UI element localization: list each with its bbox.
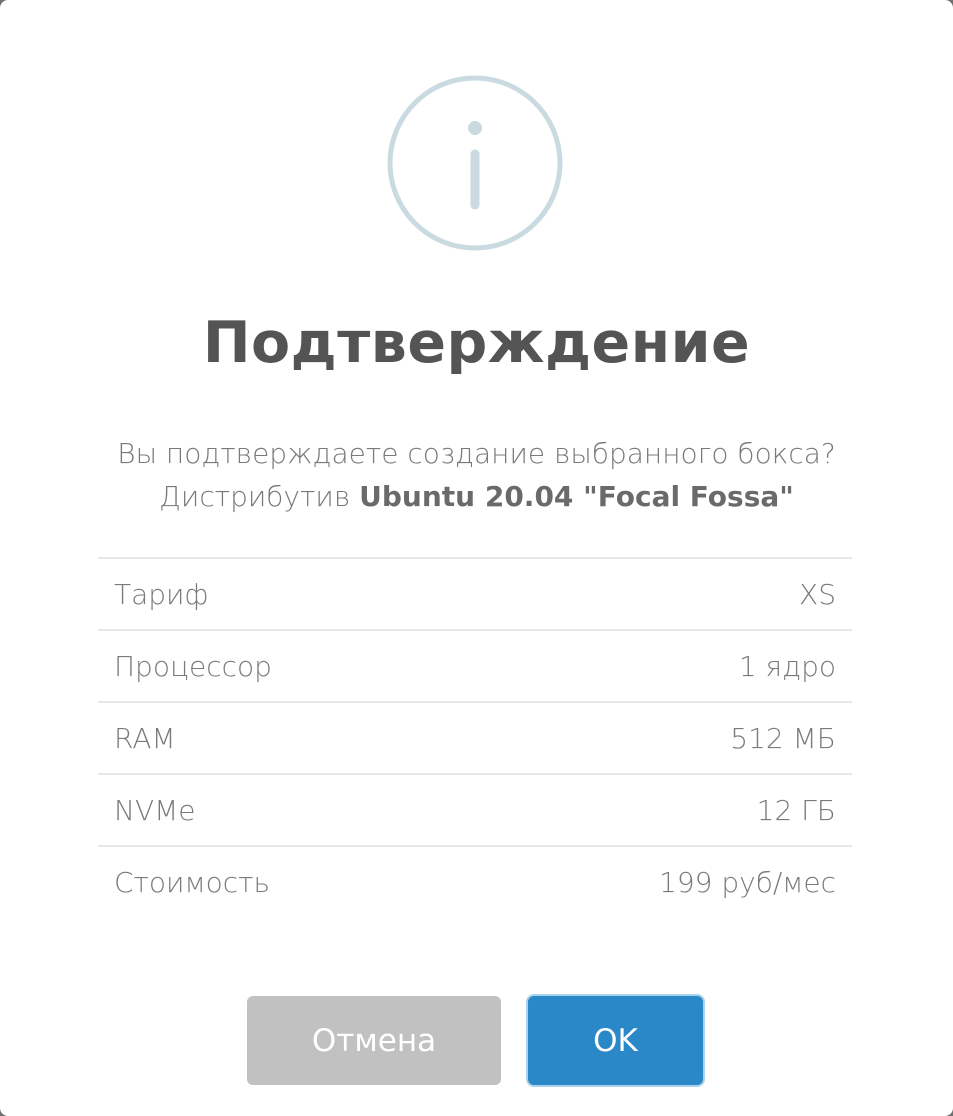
detail-value: 1 ядро [738,649,836,683]
details-table: Тариф XS Процессор 1 ядро RAM 512 МБ NVM… [98,557,852,917]
detail-row-ram: RAM 512 МБ [98,703,852,775]
detail-value: 199 руб/мес [659,865,836,899]
distro-name: Ubuntu 20.04 "Focal Fossa" [359,480,794,513]
info-icon [387,75,563,251]
detail-label: NVMe [114,793,196,827]
message-line-2: Дистрибутив Ubuntu 20.04 "Focal Fossa" [0,475,953,518]
ok-button[interactable]: OK [528,996,703,1085]
confirmation-dialog: Подтверждение Вы подтверждаете создание … [0,0,953,1116]
detail-row-price: Стоимость 199 руб/мес [98,847,852,917]
dialog-message: Вы подтверждаете создание выбранного бок… [0,432,953,518]
cancel-button[interactable]: Отмена [247,996,501,1085]
detail-value: XS [799,577,836,611]
detail-value: 512 МБ [730,721,836,755]
detail-label: RAM [114,721,176,755]
dialog-title: Подтверждение [202,310,751,376]
detail-label: Процессор [114,649,272,683]
detail-row-cpu: Процессор 1 ядро [98,631,852,703]
detail-label: Тариф [114,577,209,611]
message-line-1: Вы подтверждаете создание выбранного бок… [117,437,836,470]
detail-label: Стоимость [114,865,271,899]
detail-row-nvme: NVMe 12 ГБ [98,775,852,847]
detail-value: 12 ГБ [756,793,836,827]
distro-prefix: Дистрибутив [159,480,360,513]
detail-row-tariff: Тариф XS [98,559,852,631]
